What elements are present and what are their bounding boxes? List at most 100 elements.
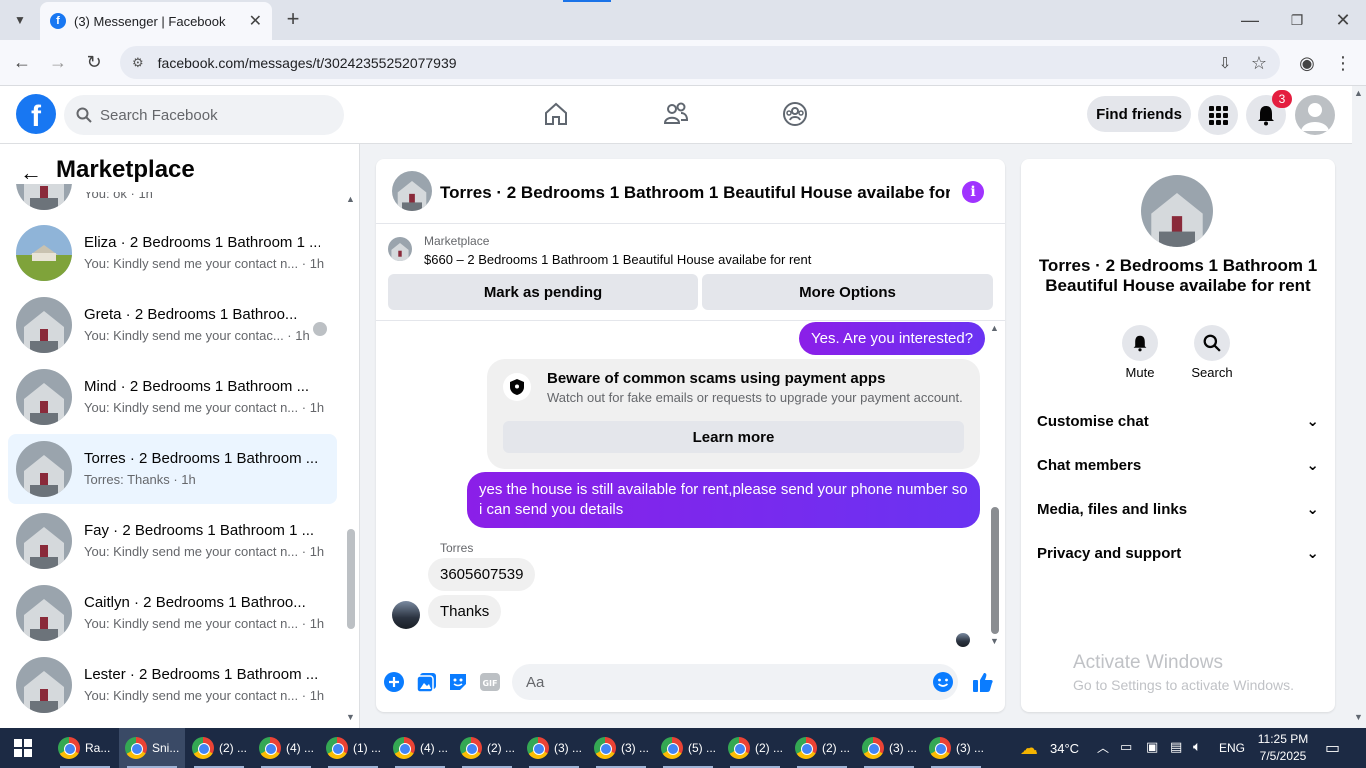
weather-icon[interactable]: ☁ [1020, 738, 1038, 759]
menu-kebab-icon[interactable]: ⋮ [1332, 52, 1354, 74]
facebook-search-input[interactable]: Search Facebook [64, 95, 344, 135]
reload-icon[interactable]: ↻ [82, 50, 106, 74]
taskbar-chrome-window[interactable]: (5) ... [655, 728, 721, 768]
chat-members-row[interactable]: Chat members ⌄ [1037, 453, 1319, 477]
menu-grid-icon[interactable] [1198, 95, 1238, 135]
network-icon[interactable]: ▤ [1170, 739, 1182, 755]
profile-icon[interactable]: ◉ [1296, 52, 1318, 74]
mark-as-pending-button[interactable]: Mark as pending [388, 274, 698, 310]
message-bubble-sent[interactable]: Yes. Are you interested? [799, 322, 986, 355]
conversation-item[interactable]: Lester · 2 Bedrooms 1 Bathroom ... You: K… [8, 650, 337, 720]
chat-title[interactable]: Torres · 2 Bedrooms 1 Bathroom 1 Beautif… [440, 183, 950, 203]
mute-bell-icon[interactable] [1122, 325, 1158, 361]
message-input[interactable]: Aa [512, 664, 958, 700]
page-scroll-up-icon[interactable]: ▲ [1354, 88, 1363, 98]
forward-icon[interactable]: → [46, 50, 70, 74]
back-icon[interactable]: ← [10, 50, 34, 74]
learn-more-button[interactable]: Learn more [503, 421, 964, 453]
taskbar-snipping-tool[interactable]: Sni... [119, 728, 185, 768]
message-bubble-received[interactable]: 3605607539 [428, 558, 536, 591]
new-tab-icon[interactable]: + [282, 6, 304, 31]
mute-label: Mute [1125, 365, 1155, 380]
chat-scroll-up-icon[interactable]: ▲ [990, 323, 999, 333]
search-in-conversation-icon[interactable] [1194, 325, 1230, 361]
conversation-avatar [16, 513, 72, 569]
taskbar-chrome-window[interactable]: (3) ... [521, 728, 587, 768]
facebook-logo-icon[interactable]: f [16, 94, 56, 134]
clock-date[interactable]: 7/5/2025 [1257, 749, 1309, 763]
taskbar-chrome-window[interactable]: (3) ... [923, 728, 989, 768]
listing-price-title[interactable]: $660 – 2 Bedrooms 1 Bathroom 1 Beautiful… [424, 252, 811, 267]
page-scrollbar[interactable]: ▲ ▼ [1352, 86, 1366, 728]
conversation-item[interactable]: Eliza · 2 Bedrooms 1 Bathroom 1 ... You: … [8, 218, 337, 288]
customise-chat-row[interactable]: Customise chat ⌄ [1037, 409, 1319, 433]
account-avatar[interactable] [1295, 95, 1335, 135]
find-friends-button[interactable]: Find friends [1087, 96, 1191, 132]
attach-photo-icon[interactable] [416, 671, 438, 693]
taskbar-chrome-window[interactable]: (4) ... [387, 728, 453, 768]
battery-icon[interactable]: ▭ [1120, 739, 1132, 755]
conversation-preview: You: Kindly send me your contac... · 1h [84, 328, 310, 343]
clock-time[interactable]: 11:25 PM [1257, 732, 1309, 746]
taskbar-chrome-window[interactable]: Ra... [52, 728, 118, 768]
close-tab-icon[interactable]: ✕ [249, 11, 262, 31]
tray-chevron-up-icon[interactable]: ︿ [1097, 739, 1109, 756]
listing-avatar[interactable] [1141, 175, 1213, 247]
taskbar-chrome-window[interactable]: (3) ... [588, 728, 654, 768]
site-info-icon[interactable]: ⚙ [132, 55, 144, 71]
volume-icon[interactable]: 🔈︎ [1193, 738, 1201, 755]
conversation-item[interactable]: Greta · 2 Bedrooms 1 Bathroo... You: Kind… [8, 290, 337, 360]
media-files-links-row[interactable]: Media, files and links ⌄ [1037, 497, 1319, 521]
taskbar-chrome-window[interactable]: (2) ... [789, 728, 855, 768]
taskbar-chrome-window[interactable]: (1) ... [320, 728, 386, 768]
minimize-icon[interactable]: — [1240, 8, 1260, 32]
taskbar-chrome-window[interactable]: (2) ... [722, 728, 788, 768]
list-scroll-down-icon[interactable]: ▼ [346, 712, 355, 722]
meet-icon[interactable]: ▣ [1146, 739, 1158, 755]
browser-tab[interactable]: f (3) Messenger | Facebook ✕ [40, 2, 272, 40]
taskbar-chrome-window[interactable]: (2) ... [186, 728, 252, 768]
chrome-icon [929, 737, 951, 759]
conversation-item[interactable]: Fay · 2 Bedrooms 1 Bathroom 1 ... You: Ki… [8, 506, 337, 576]
message-bubble-sent[interactable]: yes the house is still available for ren… [467, 472, 980, 528]
bookmark-star-icon[interactable]: ☆ [1248, 52, 1270, 74]
more-options-button[interactable]: More Options [702, 274, 993, 310]
conversation-item[interactable]: Mind · 2 Bedrooms 1 Bathroom ... You: Kin… [8, 362, 337, 432]
more-actions-plus-icon[interactable] [383, 671, 405, 693]
install-app-icon[interactable]: ⇩ [1214, 52, 1236, 74]
list-scroll-up-icon[interactable]: ▲ [346, 194, 355, 204]
tab-search-icon[interactable]: ▼ [8, 8, 32, 32]
conversation-item[interactable]: Caitlyn · 2 Bedrooms 1 Bathroo... You: Ki… [8, 578, 337, 648]
back-arrow-icon[interactable]: ← [20, 160, 42, 186]
close-window-icon[interactable]: ✕ [1333, 8, 1353, 32]
message-placeholder: Aa [526, 673, 545, 691]
gif-icon[interactable]: GIF [479, 671, 501, 693]
like-thumbs-up-icon[interactable] [972, 671, 994, 693]
conversation-item[interactable]: Torres · 2 Bedrooms 1 Bathroom ... Torres… [8, 434, 337, 504]
conversation-info-icon[interactable]: i [962, 181, 984, 203]
emoji-icon[interactable] [932, 671, 954, 693]
message-bubble-received[interactable]: Thanks [428, 595, 502, 628]
friends-icon[interactable] [660, 98, 692, 130]
conversation-list-scrollbar[interactable] [347, 529, 355, 629]
taskbar-chrome-window[interactable]: (3) ... [856, 728, 922, 768]
taskbar-chrome-window[interactable]: (4) ... [253, 728, 319, 768]
chat-scroll-down-icon[interactable]: ▼ [990, 636, 999, 646]
temperature[interactable]: 34°C [1050, 741, 1079, 756]
chat-scrollbar[interactable] [991, 507, 999, 634]
conversation-details-panel: Torres · 2 Bedrooms 1 Bathroom 1 Beautif… [1021, 159, 1335, 712]
taskbar-chrome-window[interactable]: (2) ... [454, 728, 520, 768]
taskbar-app-label: Ra... [85, 741, 111, 755]
language-indicator[interactable]: ENG [1219, 741, 1245, 755]
page-scroll-down-icon[interactable]: ▼ [1354, 712, 1363, 722]
address-bar[interactable]: ⚙ facebook.com/messages/t/30242355252077… [120, 46, 1280, 79]
windows-start-icon[interactable] [14, 739, 32, 757]
privacy-support-row[interactable]: Privacy and support ⌄ [1037, 541, 1319, 565]
home-icon[interactable] [540, 98, 572, 130]
chat-avatar[interactable] [392, 171, 432, 211]
restore-icon[interactable]: ❐ [1287, 8, 1307, 32]
groups-icon[interactable] [779, 98, 811, 130]
listing-thumbnail[interactable] [388, 237, 412, 261]
sticker-icon[interactable] [447, 671, 469, 693]
notification-center-icon[interactable]: ▭ [1325, 738, 1340, 758]
